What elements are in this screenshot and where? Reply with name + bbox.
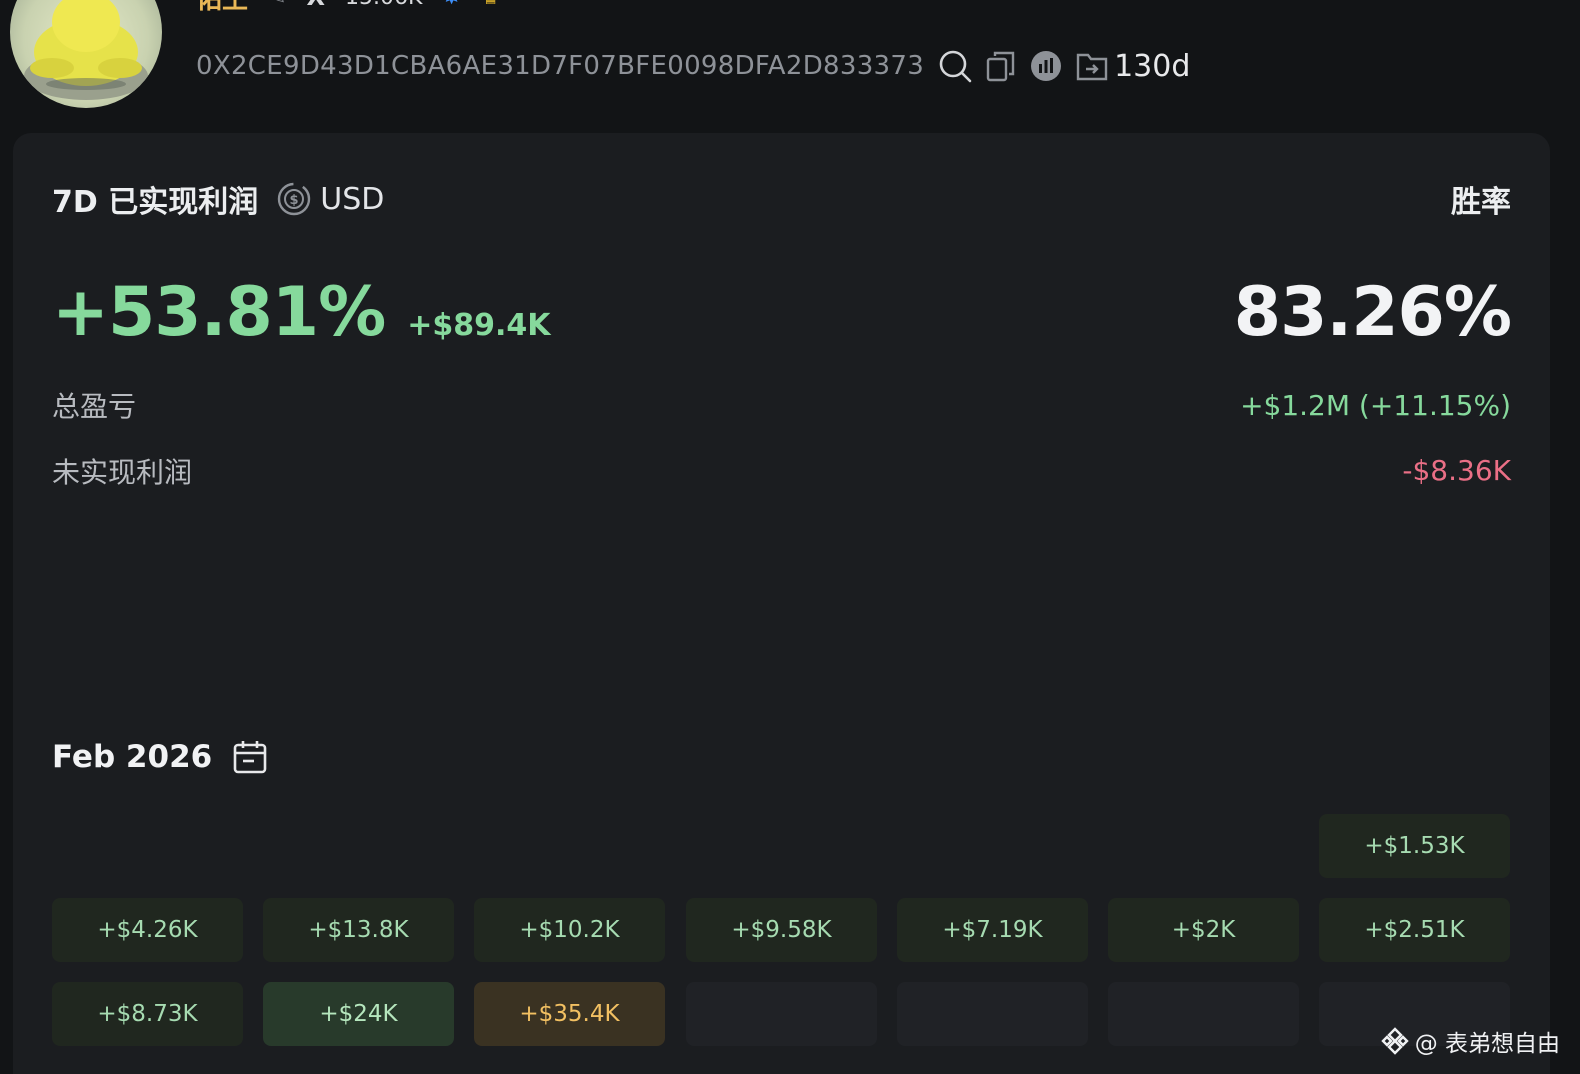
- avatar-frog-image: [24, 0, 148, 100]
- calendar-day-cell-empty: [897, 982, 1088, 1046]
- unrealized-profit-value: -$8.36K: [1402, 454, 1511, 487]
- svg-text:$: $: [290, 193, 299, 208]
- wallet-age: 130d: [1114, 48, 1191, 84]
- currency-switch-icon[interactable]: $: [276, 181, 312, 217]
- edit-icon[interactable]: ✎: [268, 0, 286, 10]
- calendar-day-cell-best[interactable]: +$35.4K: [474, 982, 665, 1046]
- binance-logo-icon: [1380, 1027, 1409, 1055]
- calendar-day-cell[interactable]: +$13.8K: [263, 898, 454, 962]
- search-icon[interactable]: [938, 49, 972, 83]
- card-title: 7D 已实现利润 $ USD: [52, 177, 384, 221]
- folder-export-icon[interactable]: [1076, 51, 1108, 81]
- calendar-day-cell-empty: [686, 982, 877, 1046]
- trophy-icon: ♛: [481, 0, 501, 10]
- calendar-day-cell[interactable]: +$2K: [1108, 898, 1299, 962]
- total-pnl-value: +$1.2M (+11.15%): [1240, 389, 1511, 422]
- calendar-day-cell[interactable]: +$10.2K: [474, 898, 665, 962]
- page: 佑王 ✎ X 15.06K ✸ ♛ 0X2CE9D43D1CBA6AE31D7F…: [0, 0, 1580, 1074]
- x-brand-icon[interactable]: X: [306, 0, 325, 11]
- profile-name-row: 佑王 ✎ X 15.06K ✸ ♛: [196, 0, 501, 15]
- realized-pnl-usd: +$89.4K: [407, 308, 551, 343]
- profile-name: 佑王: [196, 0, 248, 16]
- calendar-month: Feb 2026: [52, 739, 213, 775]
- winrate-label: 胜率: [1451, 185, 1511, 220]
- verified-badge-icon: ✸: [442, 0, 460, 10]
- realized-pnl-percent: +53.81%: [52, 273, 386, 352]
- calendar-day-cell[interactable]: +$4.26K: [52, 898, 243, 962]
- address-row: 0X2CE9D43D1CBA6AE31D7F07BFE0098DFA2D8333…: [196, 46, 1190, 86]
- copy-icon[interactable]: [986, 50, 1016, 82]
- calendar-day-cell[interactable]: +$7.19K: [897, 898, 1088, 962]
- calendar-day-cell-empty: [1108, 982, 1299, 1046]
- watermark-text: @ 表弟想自由: [1414, 1031, 1560, 1057]
- total-pnl-label: 总盈亏: [52, 390, 137, 423]
- calendar-day-cell[interactable]: +$1.53K: [1319, 814, 1510, 878]
- unrealized-profit-label: 未实现利润: [52, 456, 193, 489]
- calendar-day-cell[interactable]: +$9.58K: [686, 898, 877, 962]
- avatar[interactable]: [10, 0, 162, 108]
- currency-label[interactable]: USD: [320, 182, 384, 217]
- chart-link-icon[interactable]: [1030, 50, 1062, 82]
- wallet-address: 0X2CE9D43D1CBA6AE31D7F07BFE0098DFA2D8333…: [196, 51, 925, 81]
- pnl-card: 7D 已实现利润 $ USD 胜率 +53.81% +$89.4K 83.26%…: [13, 133, 1550, 1074]
- calendar-day-cell[interactable]: +$8.73K: [52, 982, 243, 1046]
- follower-count: 15.06K: [345, 0, 422, 10]
- calendar-header: Feb 2026: [52, 739, 268, 775]
- winrate-value: 83.26%: [1233, 273, 1512, 352]
- calendar-day-cell[interactable]: +$24K: [263, 982, 454, 1046]
- calendar-day-cell[interactable]: +$2.51K: [1319, 898, 1510, 962]
- realized-profit-title: 7D 已实现利润: [52, 185, 259, 220]
- watermark: @ 表弟想自由: [1380, 1024, 1560, 1058]
- realized-pnl-row: +53.81% +$89.4K: [52, 273, 550, 352]
- calendar-icon[interactable]: [232, 739, 268, 775]
